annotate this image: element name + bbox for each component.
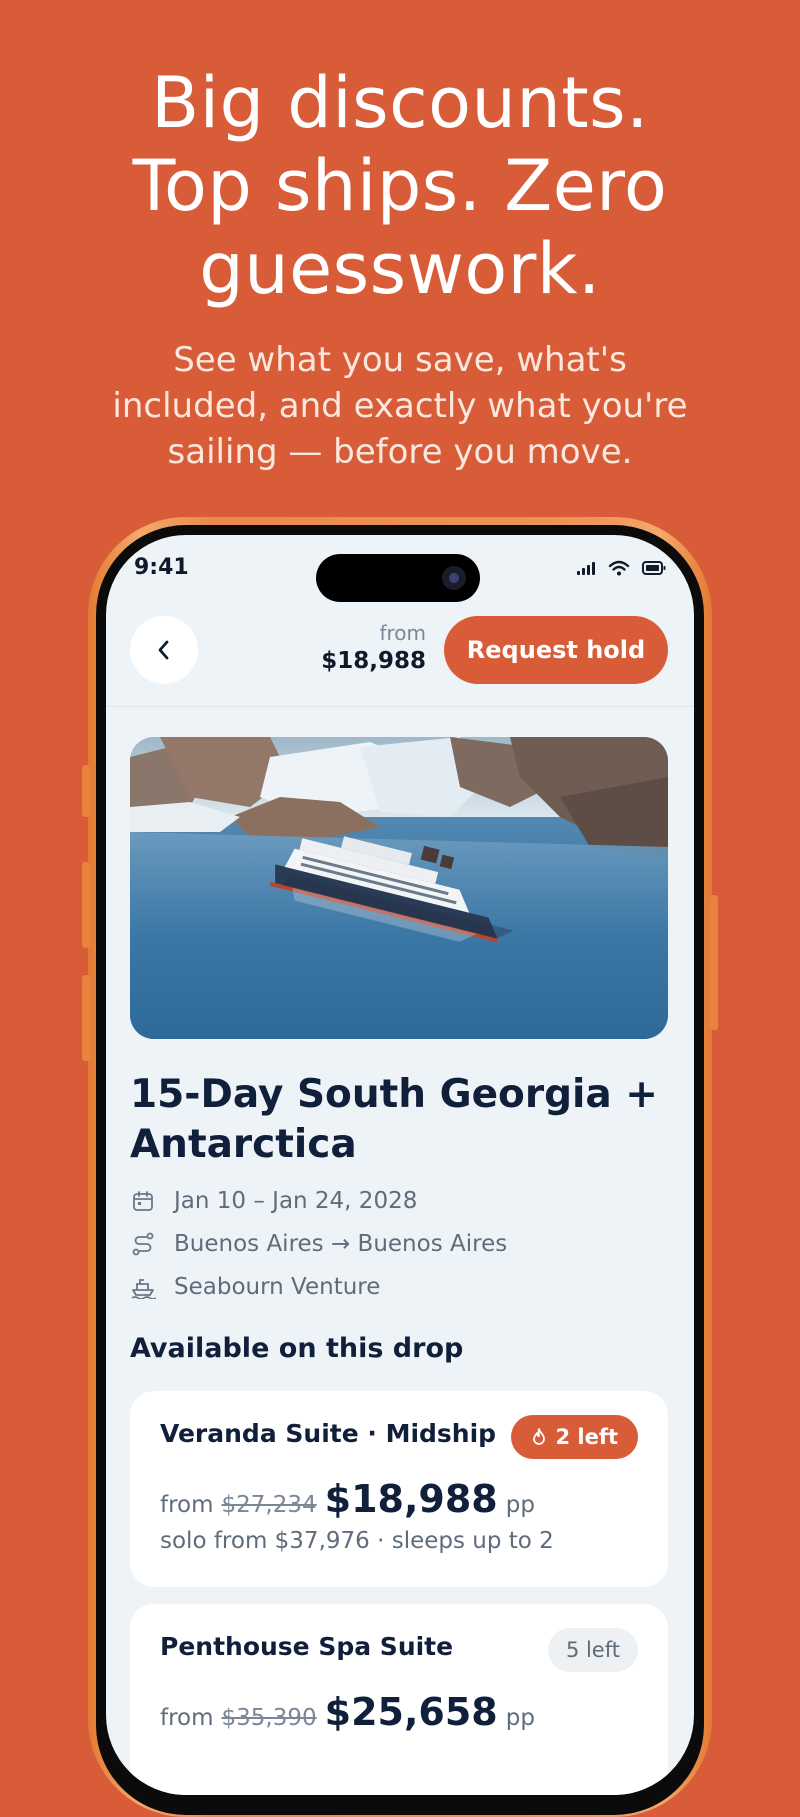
request-hold-button[interactable]: Request hold — [444, 616, 668, 684]
promo-subhead-line: See what you save, what's — [173, 340, 627, 380]
availability-count: 5 left — [565, 1638, 620, 1662]
trip-route: Buenos Aires → Buenos Aires — [174, 1231, 508, 1257]
per-person-label: pp — [505, 1492, 535, 1518]
price-from-label: from — [160, 1705, 214, 1731]
cabin-card[interactable]: Veranda Suite · Midship 2 left from $27,… — [130, 1391, 668, 1587]
phone-volume-down-button — [82, 975, 90, 1061]
availability-count: 2 left — [555, 1425, 618, 1449]
trip-dates-row: Jan 10 – Jan 24, 2028 — [130, 1188, 417, 1214]
promo-headline-line: Big discounts. — [151, 62, 649, 144]
trip-title-line: 15-Day South Georgia + — [130, 1072, 658, 1117]
cabin-name: Penthouse Spa Suite — [160, 1632, 454, 1661]
header-price: $18,988 — [321, 648, 426, 674]
promo-subhead-line: sailing — before you move. — [167, 432, 633, 472]
cabin-details: solo from $37,976 · sleeps up to 2 — [160, 1528, 554, 1554]
promo-subhead-line: included, and exactly what you're — [112, 386, 688, 426]
phone-power-button — [710, 895, 718, 1030]
availability-badge: 2 left — [511, 1415, 638, 1459]
status-time: 9:41 — [134, 555, 189, 580]
availability-badge: 5 left — [547, 1628, 638, 1672]
cruise-ship-photo — [130, 737, 668, 1039]
flame-icon — [533, 1428, 546, 1445]
trip-title-line: Antarctica — [130, 1122, 357, 1167]
trip-ship-row: Seabourn Venture — [130, 1274, 380, 1300]
phone-volume-up-button — [82, 862, 90, 948]
original-price: $27,234 — [221, 1492, 317, 1518]
cabin-name: Veranda Suite · Midship — [160, 1419, 497, 1448]
promo-headline-line: guesswork. — [199, 228, 601, 310]
dynamic-island — [316, 554, 480, 602]
calendar-icon — [130, 1188, 156, 1214]
trip-ship: Seabourn Venture — [174, 1274, 381, 1300]
trip-dates: Jan 10 – Jan 24, 2028 — [174, 1188, 418, 1214]
cabin-card[interactable]: Penthouse Spa Suite 5 left from $35,390 … — [130, 1604, 668, 1795]
back-button[interactable] — [130, 616, 198, 684]
status-icons — [576, 560, 666, 576]
phone-screen: 9:41 from $18,988 Request hold 15-Day So… — [106, 535, 694, 1795]
ship-hero-image — [130, 737, 668, 1039]
cellular-icon — [577, 562, 595, 575]
camera-icon — [442, 566, 466, 590]
wifi-icon — [608, 560, 630, 576]
discount-price: $18,988 — [324, 1477, 498, 1521]
header-price-prefix: from — [379, 621, 426, 645]
battery-icon — [642, 561, 666, 575]
ship-icon — [130, 1274, 156, 1300]
cabin-price-line: from $27,234 $18,988 pp — [160, 1477, 535, 1521]
header-divider — [106, 706, 694, 707]
route-icon — [130, 1231, 156, 1257]
cabins-section-title: Available on this drop — [130, 1333, 464, 1364]
per-person-label: pp — [505, 1705, 535, 1731]
promo-headline-line: Top ships. Zero — [132, 145, 668, 227]
discount-price: $25,658 — [324, 1690, 498, 1734]
chevron-left-icon — [158, 640, 169, 660]
trip-route-row: Buenos Aires → Buenos Aires — [130, 1231, 507, 1257]
original-price: $35,390 — [221, 1705, 317, 1731]
price-from-label: from — [160, 1492, 214, 1518]
cabin-price-line: from $35,390 $25,658 pp — [160, 1690, 535, 1734]
promo-headline: Big discounts. Top ships. Zero guesswork… — [0, 62, 800, 311]
trip-title: 15-Day South Georgia + Antarctica — [130, 1070, 670, 1170]
phone-action-button — [82, 765, 90, 817]
promo-subhead: See what you save, what's included, and … — [0, 337, 800, 475]
